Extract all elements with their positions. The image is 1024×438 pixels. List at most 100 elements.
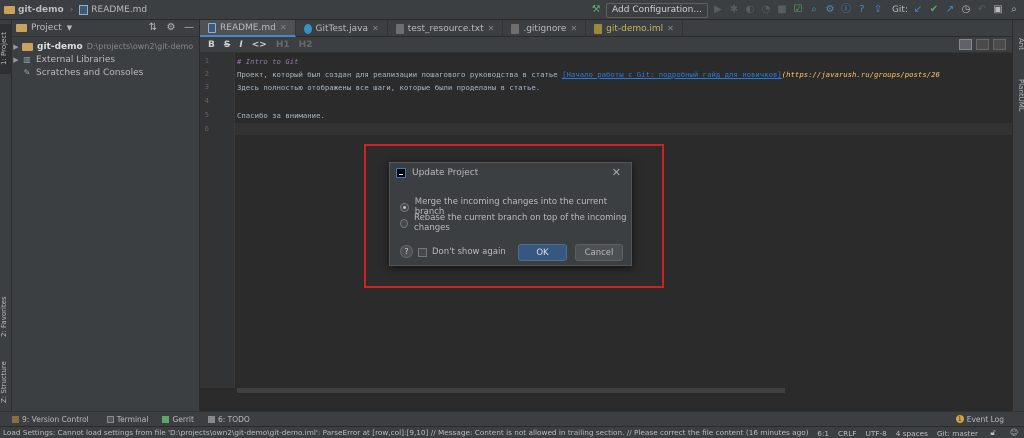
project-tool-tab[interactable]: 1: Project [0, 24, 12, 74]
run-icon[interactable]: ▶ [712, 4, 724, 16]
breadcrumb-file[interactable]: README.md [91, 5, 147, 15]
minimize-icon[interactable]: — [183, 22, 195, 34]
current-line-highlight [235, 123, 1012, 135]
git-update-icon[interactable]: ↙ [912, 4, 924, 16]
editor-only-icon[interactable] [959, 39, 972, 50]
italic-button[interactable]: I [239, 40, 242, 50]
info-icon[interactable]: ⓘ [840, 4, 852, 16]
cursor-position[interactable]: 6:1 [817, 429, 829, 438]
collapse-all-icon[interactable]: ⇅ [147, 22, 159, 34]
tab-label: 9: Version Control [22, 414, 89, 424]
chevron-right-icon[interactable]: ▶ [12, 56, 20, 64]
tab-event-log[interactable]: 1 Event Log [955, 414, 1004, 424]
tab-gitignore[interactable]: .gitignore ✕ [503, 20, 587, 37]
coverage-icon[interactable]: ◐ [744, 4, 756, 16]
indent-setting[interactable]: 4 spaces [896, 429, 928, 438]
tree-item-scratches[interactable]: ✎ Scratches and Consoles [12, 66, 199, 79]
line-gutter: 1 2 3 4 5 6 [200, 53, 235, 388]
code-line-5: Спасибо за внимание. [237, 111, 325, 120]
file-encoding[interactable]: UTF-8 [865, 429, 886, 438]
tree-item-label: Scratches and Consoles [36, 67, 144, 78]
tab-gerrit[interactable]: Gerrit [162, 415, 194, 424]
chevron-down-icon[interactable]: ▼ [67, 24, 72, 32]
project-tree: ▶ git-demo D:\projects\own2\git-demo ▶ ▥… [12, 37, 199, 79]
status-widgets: 6:1 CRLF UTF-8 4 spaces Git: master 🔓︎ ☺ [811, 427, 1020, 438]
checkbox-icon[interactable]: ☑ [792, 4, 804, 16]
view-mode-buttons [959, 39, 1006, 50]
add-configuration-button[interactable]: Add Configuration... [606, 2, 708, 18]
markdown-toolbar: B S I <> H1 H2 [200, 37, 1012, 53]
split-view-icon[interactable] [976, 39, 989, 50]
tab-label: .gitignore [523, 23, 567, 34]
line-number: 2 [204, 70, 209, 78]
build-hammer-icon[interactable]: ⚒ [590, 4, 602, 16]
tab-label: GitTest.java [315, 23, 368, 34]
line-separator[interactable]: CRLF [838, 429, 856, 438]
project-view-selector[interactable]: Project [31, 23, 62, 33]
close-icon[interactable]: ✕ [570, 24, 577, 33]
upload-icon[interactable]: ⇪ [872, 4, 884, 16]
tree-item-label: git-demo [37, 41, 83, 52]
close-icon[interactable]: ✕ [372, 24, 379, 33]
h2-button[interactable]: H2 [299, 40, 313, 50]
gerrit-icon [162, 415, 170, 423]
debug-icon[interactable]: ✱ [728, 4, 740, 16]
iml-file-icon [594, 23, 603, 34]
breadcrumb-separator: › [69, 4, 74, 15]
git-branch[interactable]: Git: master [937, 429, 978, 438]
plantuml-tool-tab[interactable]: PlantUML [1013, 70, 1024, 120]
tab-git-demo-iml[interactable]: git-demo.iml ✕ [586, 20, 683, 37]
profile-icon[interactable]: ◔ [760, 4, 772, 16]
layout-icon[interactable]: ▣ [992, 4, 1004, 16]
search-everywhere-icon[interactable]: ⌕ [1008, 4, 1020, 16]
search-icon[interactable]: ⌕ [808, 4, 820, 16]
close-icon[interactable]: ✕ [488, 24, 495, 33]
git-commit-icon[interactable]: ✔ [928, 4, 940, 16]
tab-label: 6: TODO [217, 414, 250, 424]
settings-icon[interactable]: ⚙ [824, 4, 836, 16]
lock-icon[interactable]: 🔓︎ [987, 427, 999, 438]
strikethrough-button[interactable]: S [224, 40, 230, 50]
bold-button[interactable]: B [208, 40, 215, 50]
ant-tool-tab[interactable]: Ant [1013, 34, 1024, 54]
close-icon[interactable]: ✕ [667, 24, 674, 33]
inspector-icon[interactable]: ☺ [1008, 427, 1020, 438]
tab-label: README.md [220, 22, 276, 33]
project-folder-icon [16, 24, 27, 32]
project-panel-header: Project ▼ ⇅ ⚙ — [12, 20, 199, 37]
tab-terminal[interactable]: Terminal [106, 415, 148, 424]
line-number: 6 [204, 125, 209, 133]
tab-version-control[interactable]: 9: Version Control [12, 415, 89, 424]
gear-icon[interactable]: ⚙ [165, 22, 177, 34]
close-icon[interactable]: ✕ [280, 23, 287, 32]
history-icon[interactable]: ◷ [960, 4, 972, 16]
code-url: (https://javarush.ru/groups/posts/26 [781, 70, 940, 79]
status-message[interactable]: Load Settings: Cannot load settings from… [3, 428, 809, 437]
tab-readme[interactable]: README.md ✕ [200, 20, 296, 37]
gitignore-file-icon [511, 23, 520, 34]
structure-tool-tab[interactable]: Z: Structure [0, 355, 12, 410]
favorites-tool-tab[interactable]: 2: Favorites [0, 292, 12, 342]
bottom-tool-tabs: 9: Version Control Terminal Gerrit 6: TO… [0, 411, 1024, 426]
code-button[interactable]: <> [252, 40, 267, 50]
tree-item-git-demo[interactable]: ▶ git-demo D:\projects\own2\git-demo [12, 40, 199, 53]
git-push-icon[interactable]: ↗ [944, 4, 956, 16]
preview-only-icon[interactable] [993, 39, 1006, 50]
breadcrumb-project[interactable]: git-demo [18, 5, 64, 15]
code-line-3: Здесь полностью отображены все шаги, кот… [237, 83, 541, 92]
horizontal-scrollbar[interactable] [237, 388, 785, 393]
tree-item-external-libraries[interactable]: ▶ ▥ External Libraries [12, 53, 199, 66]
help-icon[interactable]: ? [856, 4, 868, 16]
tab-test-resource[interactable]: test_resource.txt ✕ [388, 20, 504, 37]
tab-gittest[interactable]: GitTest.java ✕ [296, 20, 388, 37]
rollback-icon[interactable]: ↶ [976, 4, 988, 16]
stop-icon[interactable]: ■ [776, 4, 788, 16]
chevron-right-icon[interactable]: ▶ [12, 43, 20, 51]
title-bar: git-demo › README.md ⚒ Add Configuration… [0, 0, 1024, 20]
code-link[interactable]: [Начало работы с Git: подробный гайд для… [562, 70, 782, 79]
tab-label: Event Log [966, 414, 1004, 424]
tab-todo[interactable]: 6: TODO [207, 414, 250, 424]
h1-button[interactable]: H1 [276, 40, 290, 50]
tree-item-path: D:\projects\own2\git-demo [86, 42, 194, 51]
git-label: Git: [891, 5, 908, 15]
